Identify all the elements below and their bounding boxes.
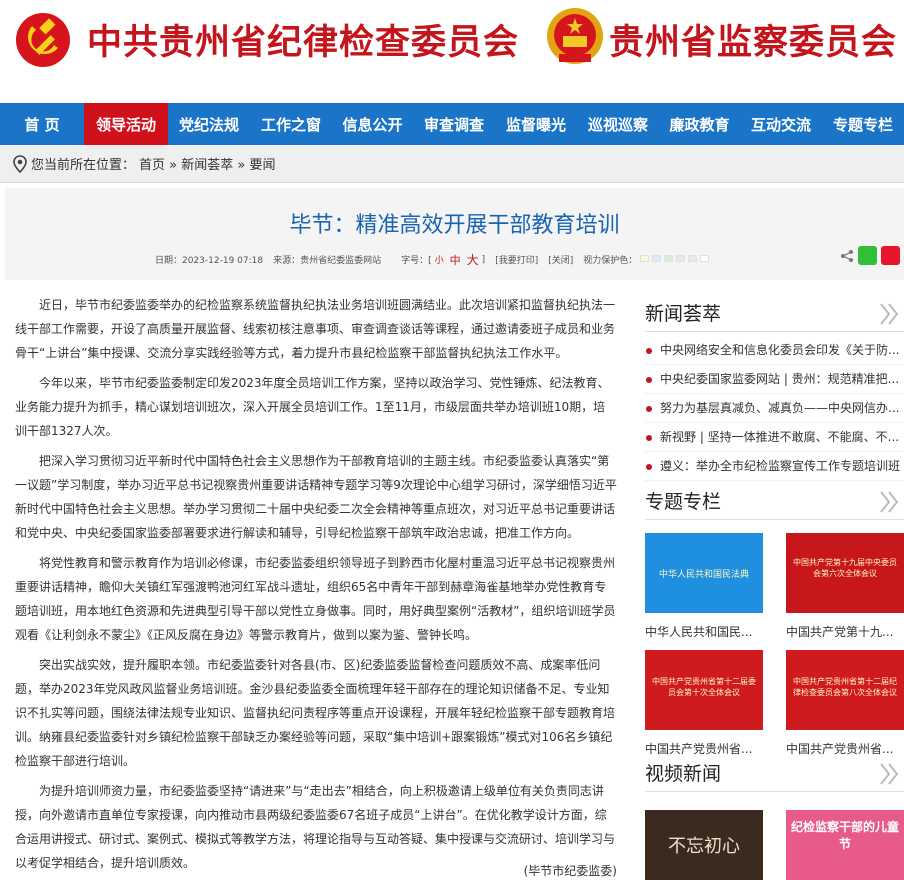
- nav-item-disclosure[interactable]: 信息公开: [332, 103, 413, 145]
- more-chevron-icon[interactable]: [878, 762, 900, 786]
- article-date: 日期：2023-12-19 07:18: [155, 256, 264, 266]
- font-size-close: ]: [481, 254, 486, 265]
- news-list-item[interactable]: 新视野 | 坚持一体推进不敢腐、不能腐、不...: [645, 423, 904, 452]
- topic-caption[interactable]: 中国共产党第十九...: [786, 621, 904, 643]
- vision-swatches: [637, 254, 710, 265]
- news-list-item[interactable]: 中央网络安全和信息化委员会印发《关于防...: [645, 336, 904, 365]
- video-thumbnail[interactable]: 纪检监察干部的儿童节: [786, 810, 904, 880]
- article-paragraph: 突出实战实效，提升履职本领。市纪委监委针对各县(市、区)纪委监委监督检查问题质效…: [15, 658, 616, 768]
- news-list-item[interactable]: 努力为基层真减负、减真负——中央网信办...: [645, 394, 904, 423]
- topic-card[interactable]: 中国共产党第十九届中央委员会第六次全体会议 中国共产党第十九...: [786, 533, 904, 643]
- sidebar-news-title: 新闻荟萃: [645, 303, 722, 325]
- nav-item-leadership[interactable]: 领导活动: [84, 103, 168, 145]
- nav-item-work-window[interactable]: 工作之窗: [250, 103, 332, 145]
- more-chevron-icon[interactable]: [878, 490, 900, 514]
- breadcrumb-path[interactable]: 首页 » 新闻荟萃 » 要闻: [139, 154, 275, 173]
- more-chevron-icon[interactable]: [878, 302, 900, 326]
- topic-card[interactable]: 中国共产党贵州省第十二届纪律检查委员会第八次全体会议 中国共产党贵州省...: [786, 650, 904, 760]
- sidebar-video: 视频新闻 不忘初心 纪检监察干部的儿童节: [645, 756, 904, 880]
- font-size-small-link[interactable]: 小: [435, 253, 444, 266]
- vision-swatch-4[interactable]: [688, 254, 698, 262]
- font-size-big-link[interactable]: 大: [467, 251, 479, 268]
- news-list-item[interactable]: 遵义：举办全市纪检监察宣传工作专题培训班: [645, 452, 904, 481]
- topic-image[interactable]: 中国共产党贵州省第十二届纪律检查委员会第八次全体会议: [786, 650, 904, 730]
- nav-item-regulations[interactable]: 党纪法规: [168, 103, 250, 145]
- topic-image[interactable]: 中国共产党第十九届中央委员会第六次全体会议: [786, 533, 904, 613]
- site-title-right: 贵州省监察委员会: [609, 22, 898, 63]
- article-source-line: (毕节市纪委监委): [523, 864, 617, 878]
- nav-item-topics[interactable]: 专题专栏: [822, 103, 904, 145]
- article-body: 近日，毕节市纪委监委举办的纪检监察系统监督执纪执法业务培训班圆满结业。此次培训紧…: [15, 293, 617, 880]
- video-card[interactable]: 不忘初心: [645, 810, 763, 880]
- article-source: 来源：贵州省纪委监委网站: [273, 256, 382, 266]
- video-thumbnail[interactable]: 不忘初心: [645, 810, 763, 880]
- article-paragraph: 将党性教育和警示教育作为培训必修课，市纪委监委组织领导班子到黔西市化屋村重温习近…: [15, 556, 616, 642]
- topic-caption[interactable]: 中华人民共和国民...: [645, 621, 763, 643]
- nav-item-education[interactable]: 廉政教育: [659, 103, 740, 145]
- state-emblem-icon: [547, 8, 603, 64]
- breadcrumb: 您当前所在位置： 首页 » 新闻荟萃 » 要闻: [0, 145, 904, 183]
- sidebar-video-header: 视频新闻: [645, 756, 904, 792]
- article-paragraph: 近日，毕节市纪委监委举办的纪检监察系统监督执纪执法业务培训班圆满结业。此次培训紧…: [15, 298, 616, 360]
- sidebar-news: 新闻荟萃 中央网络安全和信息化委员会印发《关于防... 中央纪委国家监委网站 |…: [645, 296, 904, 481]
- close-link[interactable]: [关闭]: [548, 253, 573, 266]
- sidebar-topics: 专题专栏 中华人民共和国民法典 中华人民共和国民... 中国共产党第十九届中央委…: [645, 484, 904, 774]
- font-size-label: 字号：[: [401, 256, 432, 266]
- article-title: 毕节：精准高效开展干部教育培训: [289, 213, 620, 238]
- sidebar-topics-header: 专题专栏: [645, 484, 904, 520]
- wechat-share-icon[interactable]: [858, 246, 877, 265]
- nav-item-inspection[interactable]: 巡视巡察: [577, 103, 659, 145]
- font-size-mid-link[interactable]: 中: [450, 252, 461, 268]
- video-card[interactable]: 纪检监察干部的儿童节: [786, 810, 904, 880]
- party-emblem-icon: [16, 13, 70, 67]
- article-header: 毕节：精准高效开展干部教育培训 日期：2023-12-19 07:18 来源：贵…: [5, 188, 904, 280]
- site-title-left: 中共贵州省纪律检查委员会: [87, 22, 520, 63]
- print-link[interactable]: [我要打印]: [495, 253, 538, 266]
- news-list-item[interactable]: 中央纪委国家监委网站 | 贵州：规范精准把...: [645, 365, 904, 394]
- sidebar-topics-title: 专题专栏: [645, 491, 722, 513]
- vision-swatch-3[interactable]: [676, 254, 686, 262]
- site-header: 中共贵州省纪律检查委员会 贵州省监察委员会: [0, 0, 904, 103]
- sidebar-news-header: 新闻荟萃: [645, 296, 904, 332]
- vision-swatch-2[interactable]: [664, 254, 674, 262]
- location-pin-icon: [13, 154, 27, 173]
- topic-image[interactable]: 中华人民共和国民法典: [645, 533, 763, 613]
- main-nav: 首 页 领导活动 党纪法规 工作之窗 信息公开 审查调查 监督曝光 巡视巡察 廉…: [0, 103, 904, 145]
- vision-swatch-5[interactable]: [700, 254, 710, 262]
- vision-swatch-1[interactable]: [652, 254, 662, 262]
- article-paragraph: 把深入学习贯彻习近平新时代中国特色社会主义思想作为干部教育培训的主题主线。市纪委…: [15, 454, 617, 540]
- nav-item-home[interactable]: 首 页: [0, 103, 84, 145]
- vision-swatch-0[interactable]: [640, 254, 650, 262]
- article-meta: 日期：2023-12-19 07:18 来源：贵州省纪委监委网站 字号：[ 小 …: [155, 251, 710, 268]
- topic-card[interactable]: 中华人民共和国民法典 中华人民共和国民...: [645, 533, 763, 643]
- article-paragraph: 为提升培训师资力量，市纪委监委坚持“请进来”与“走出去”相结合，向上积极邀请上级…: [15, 784, 616, 870]
- share-bar: [840, 246, 900, 265]
- vision-label: 视力保护色：: [583, 256, 638, 266]
- weibo-share-icon[interactable]: [881, 246, 900, 265]
- nav-item-exposure[interactable]: 监督曝光: [495, 103, 577, 145]
- breadcrumb-label: 您当前所在位置：: [31, 158, 136, 173]
- topic-card[interactable]: 中国共产党贵州省第十二届委员会第十次全体会议 中国共产党贵州省...: [645, 650, 763, 760]
- article-paragraph: 今年以来，毕节市纪委监委制定印发2023年度全员培训工作方案，坚持以政治学习、党…: [15, 376, 610, 438]
- sidebar-video-title: 视频新闻: [645, 763, 722, 785]
- topic-image[interactable]: 中国共产党贵州省第十二届委员会第十次全体会议: [645, 650, 763, 730]
- share-icon[interactable]: [840, 249, 854, 263]
- nav-item-investigation[interactable]: 审查调查: [413, 103, 495, 145]
- nav-item-interaction[interactable]: 互动交流: [740, 103, 822, 145]
- news-list: 中央网络安全和信息化委员会印发《关于防... 中央纪委国家监委网站 | 贵州：规…: [645, 336, 904, 481]
